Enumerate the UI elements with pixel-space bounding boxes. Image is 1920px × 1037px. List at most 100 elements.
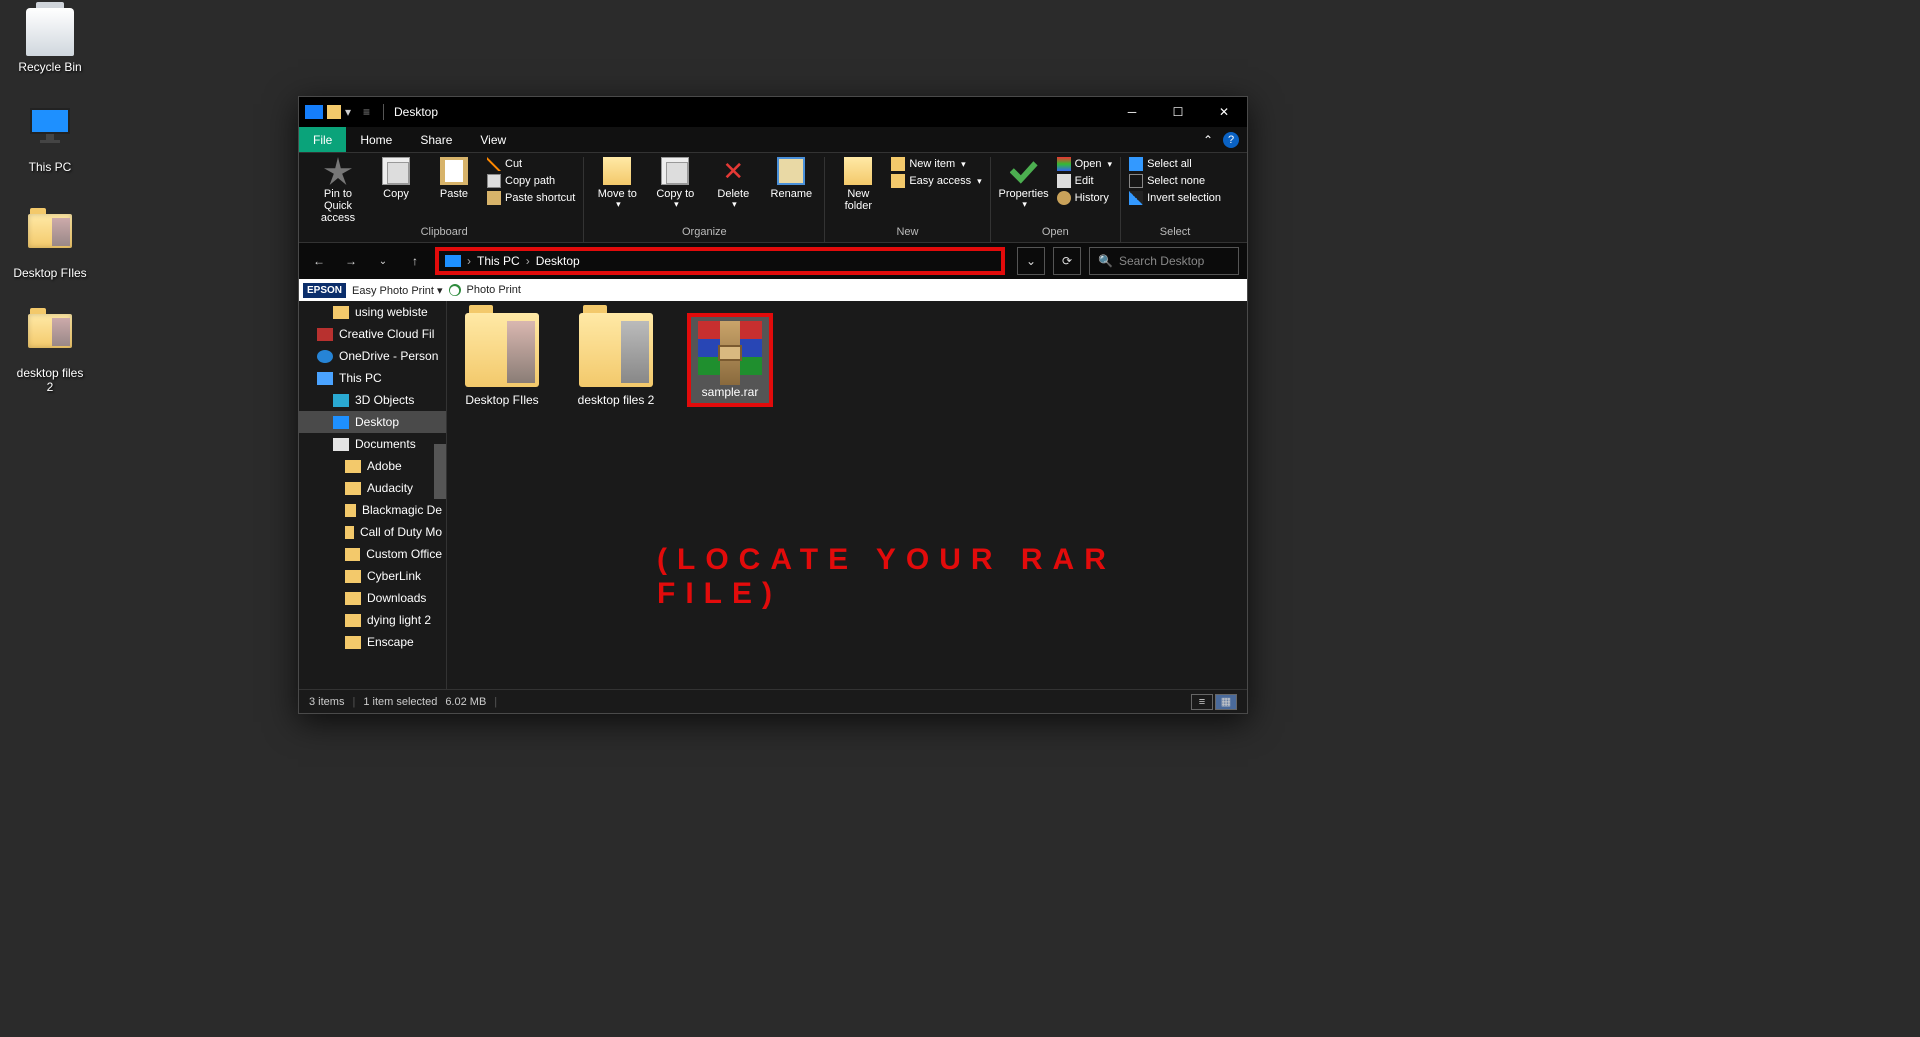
file-item-sample-rar[interactable]: sample.rar [687, 313, 773, 407]
forward-button[interactable]: → [339, 249, 363, 273]
delete-button[interactable]: ✕Delete▾ [708, 157, 758, 210]
tab-share[interactable]: Share [406, 127, 466, 152]
minimize-button[interactable]: ─ [1109, 97, 1155, 127]
tree-item[interactable]: Custom Office [299, 543, 446, 565]
search-input[interactable]: 🔍 Search Desktop [1089, 247, 1239, 275]
copy-path-button[interactable]: Copy path [487, 174, 575, 188]
scrollbar-thumb[interactable] [434, 444, 446, 499]
paste-icon [440, 157, 468, 185]
details-view-button[interactable]: ≡ [1191, 694, 1213, 710]
copy-icon [382, 157, 410, 185]
rename-button[interactable]: Rename [766, 157, 816, 200]
easy-access-button[interactable]: Easy access▾ [891, 174, 981, 188]
tree-item-icon [345, 636, 361, 649]
refresh-button[interactable]: ⟳ [1053, 247, 1081, 275]
paste-button[interactable]: Paste [429, 157, 479, 200]
invert-selection-button[interactable]: Invert selection [1129, 191, 1221, 205]
open-button[interactable]: Open▾ [1057, 157, 1112, 171]
qat-overflow-icon[interactable]: ≡ [363, 105, 377, 119]
tree-item[interactable]: Creative Cloud Fil [299, 323, 446, 345]
edit-button[interactable]: Edit [1057, 174, 1112, 188]
desktop-icon-label: Recycle Bin [12, 60, 88, 74]
collapse-ribbon-button[interactable]: ⌃ [1203, 133, 1213, 147]
tree-item[interactable]: using webiste [299, 301, 446, 323]
invert-selection-icon [1129, 191, 1143, 205]
tree-item-icon [345, 614, 361, 627]
tree-item[interactable]: OneDrive - Person [299, 345, 446, 367]
back-button[interactable]: ← [307, 249, 331, 273]
select-none-button[interactable]: Select none [1129, 174, 1221, 188]
tree-item[interactable]: 3D Objects [299, 389, 446, 411]
folder-icon [28, 314, 72, 348]
ribbon-group-label: New [833, 224, 981, 242]
move-to-button[interactable]: Move to▾ [592, 157, 642, 210]
epson-easy-print-button[interactable]: Easy Photo Print ▾ [352, 284, 443, 297]
properties-button[interactable]: Properties▾ [999, 157, 1049, 210]
copy-to-button[interactable]: Copy to▾ [650, 157, 700, 210]
close-button[interactable]: ✕ [1201, 97, 1247, 127]
tree-item-label: Blackmagic De [362, 503, 442, 517]
file-list-view[interactable]: Desktop FIles desktop files 2 sample.rar… [447, 301, 1247, 689]
desktop-icon-desktop-files-2[interactable]: desktop files 2 [12, 306, 88, 395]
tree-item-icon [345, 504, 356, 517]
tree-item[interactable]: Downloads [299, 587, 446, 609]
desktop-icon-recycle-bin[interactable]: Recycle Bin [12, 8, 88, 74]
up-button[interactable]: ↑ [403, 249, 427, 273]
new-folder-button[interactable]: New folder [833, 157, 883, 212]
tree-item-label: CyberLink [367, 569, 421, 583]
address-bar[interactable]: › This PC › Desktop [435, 247, 1005, 275]
recent-locations-button[interactable]: ⌄ [371, 249, 395, 273]
tree-item[interactable]: Blackmagic De [299, 499, 446, 521]
tree-item-icon [345, 570, 361, 583]
pin-to-quick-access-button[interactable]: Pin to Quick access [313, 157, 363, 224]
file-label: sample.rar [695, 385, 765, 399]
desktop-icon-this-pc[interactable]: This PC [12, 106, 88, 174]
cut-button[interactable]: Cut [487, 157, 575, 171]
tree-item-icon [333, 306, 349, 319]
select-all-button[interactable]: Select all [1129, 157, 1221, 171]
search-placeholder: Search Desktop [1119, 254, 1204, 268]
epson-photo-print-button[interactable]: Photo Print [467, 284, 521, 296]
tree-item-icon [317, 372, 333, 385]
tree-item[interactable]: This PC [299, 367, 446, 389]
delete-icon: ✕ [719, 157, 747, 185]
tree-item-icon [317, 350, 333, 363]
tree-item[interactable]: Call of Duty Mo [299, 521, 446, 543]
tree-item[interactable]: CyberLink [299, 565, 446, 587]
icons-view-button[interactable]: ▦ [1215, 694, 1237, 710]
ribbon-group-label: Organize [592, 224, 816, 242]
help-button[interactable]: ? [1223, 132, 1239, 148]
tree-item[interactable]: Documents [299, 433, 446, 455]
tree-item-icon [345, 482, 361, 495]
tree-item[interactable]: Adobe [299, 455, 446, 477]
desktop-icon-desktop-files[interactable]: Desktop FIles [12, 206, 88, 280]
breadcrumb-segment[interactable]: This PC [477, 254, 520, 268]
file-item-desktop-files[interactable]: Desktop FIles [459, 313, 545, 407]
titlebar[interactable]: ▾ ≡ Desktop ─ ☐ ✕ [299, 97, 1247, 127]
tree-item[interactable]: dying light 2 [299, 609, 446, 631]
tree-item[interactable]: Enscape [299, 631, 446, 653]
tree-item[interactable]: Desktop [299, 411, 446, 433]
history-button[interactable]: History [1057, 191, 1112, 205]
paste-shortcut-button[interactable]: Paste shortcut [487, 191, 575, 205]
epson-brand: EPSON [303, 283, 346, 298]
tab-home[interactable]: Home [346, 127, 406, 152]
maximize-button[interactable]: ☐ [1155, 97, 1201, 127]
file-item-desktop-files-2[interactable]: desktop files 2 [573, 313, 659, 407]
tab-file[interactable]: File [299, 127, 346, 152]
breadcrumb-segment[interactable]: Desktop [536, 254, 580, 268]
qat-dropdown-icon[interactable]: ▾ [345, 105, 359, 119]
tree-item-label: Documents [355, 437, 416, 451]
navigation-tree[interactable]: using webisteCreative Cloud FilOneDrive … [299, 301, 447, 689]
epson-toolbar: EPSON Easy Photo Print ▾ ⬤ Photo Print [299, 279, 1247, 301]
address-history-button[interactable]: ⌄ [1017, 247, 1045, 275]
copy-button[interactable]: Copy [371, 157, 421, 200]
tab-view[interactable]: View [466, 127, 520, 152]
tree-item-icon [317, 328, 333, 341]
tree-item-icon [345, 548, 360, 561]
chevron-right-icon: › [526, 254, 530, 268]
tree-item[interactable]: Audacity [299, 477, 446, 499]
folder-icon[interactable] [327, 105, 341, 119]
new-item-button[interactable]: New item▾ [891, 157, 981, 171]
tree-item-label: Custom Office [366, 547, 442, 561]
